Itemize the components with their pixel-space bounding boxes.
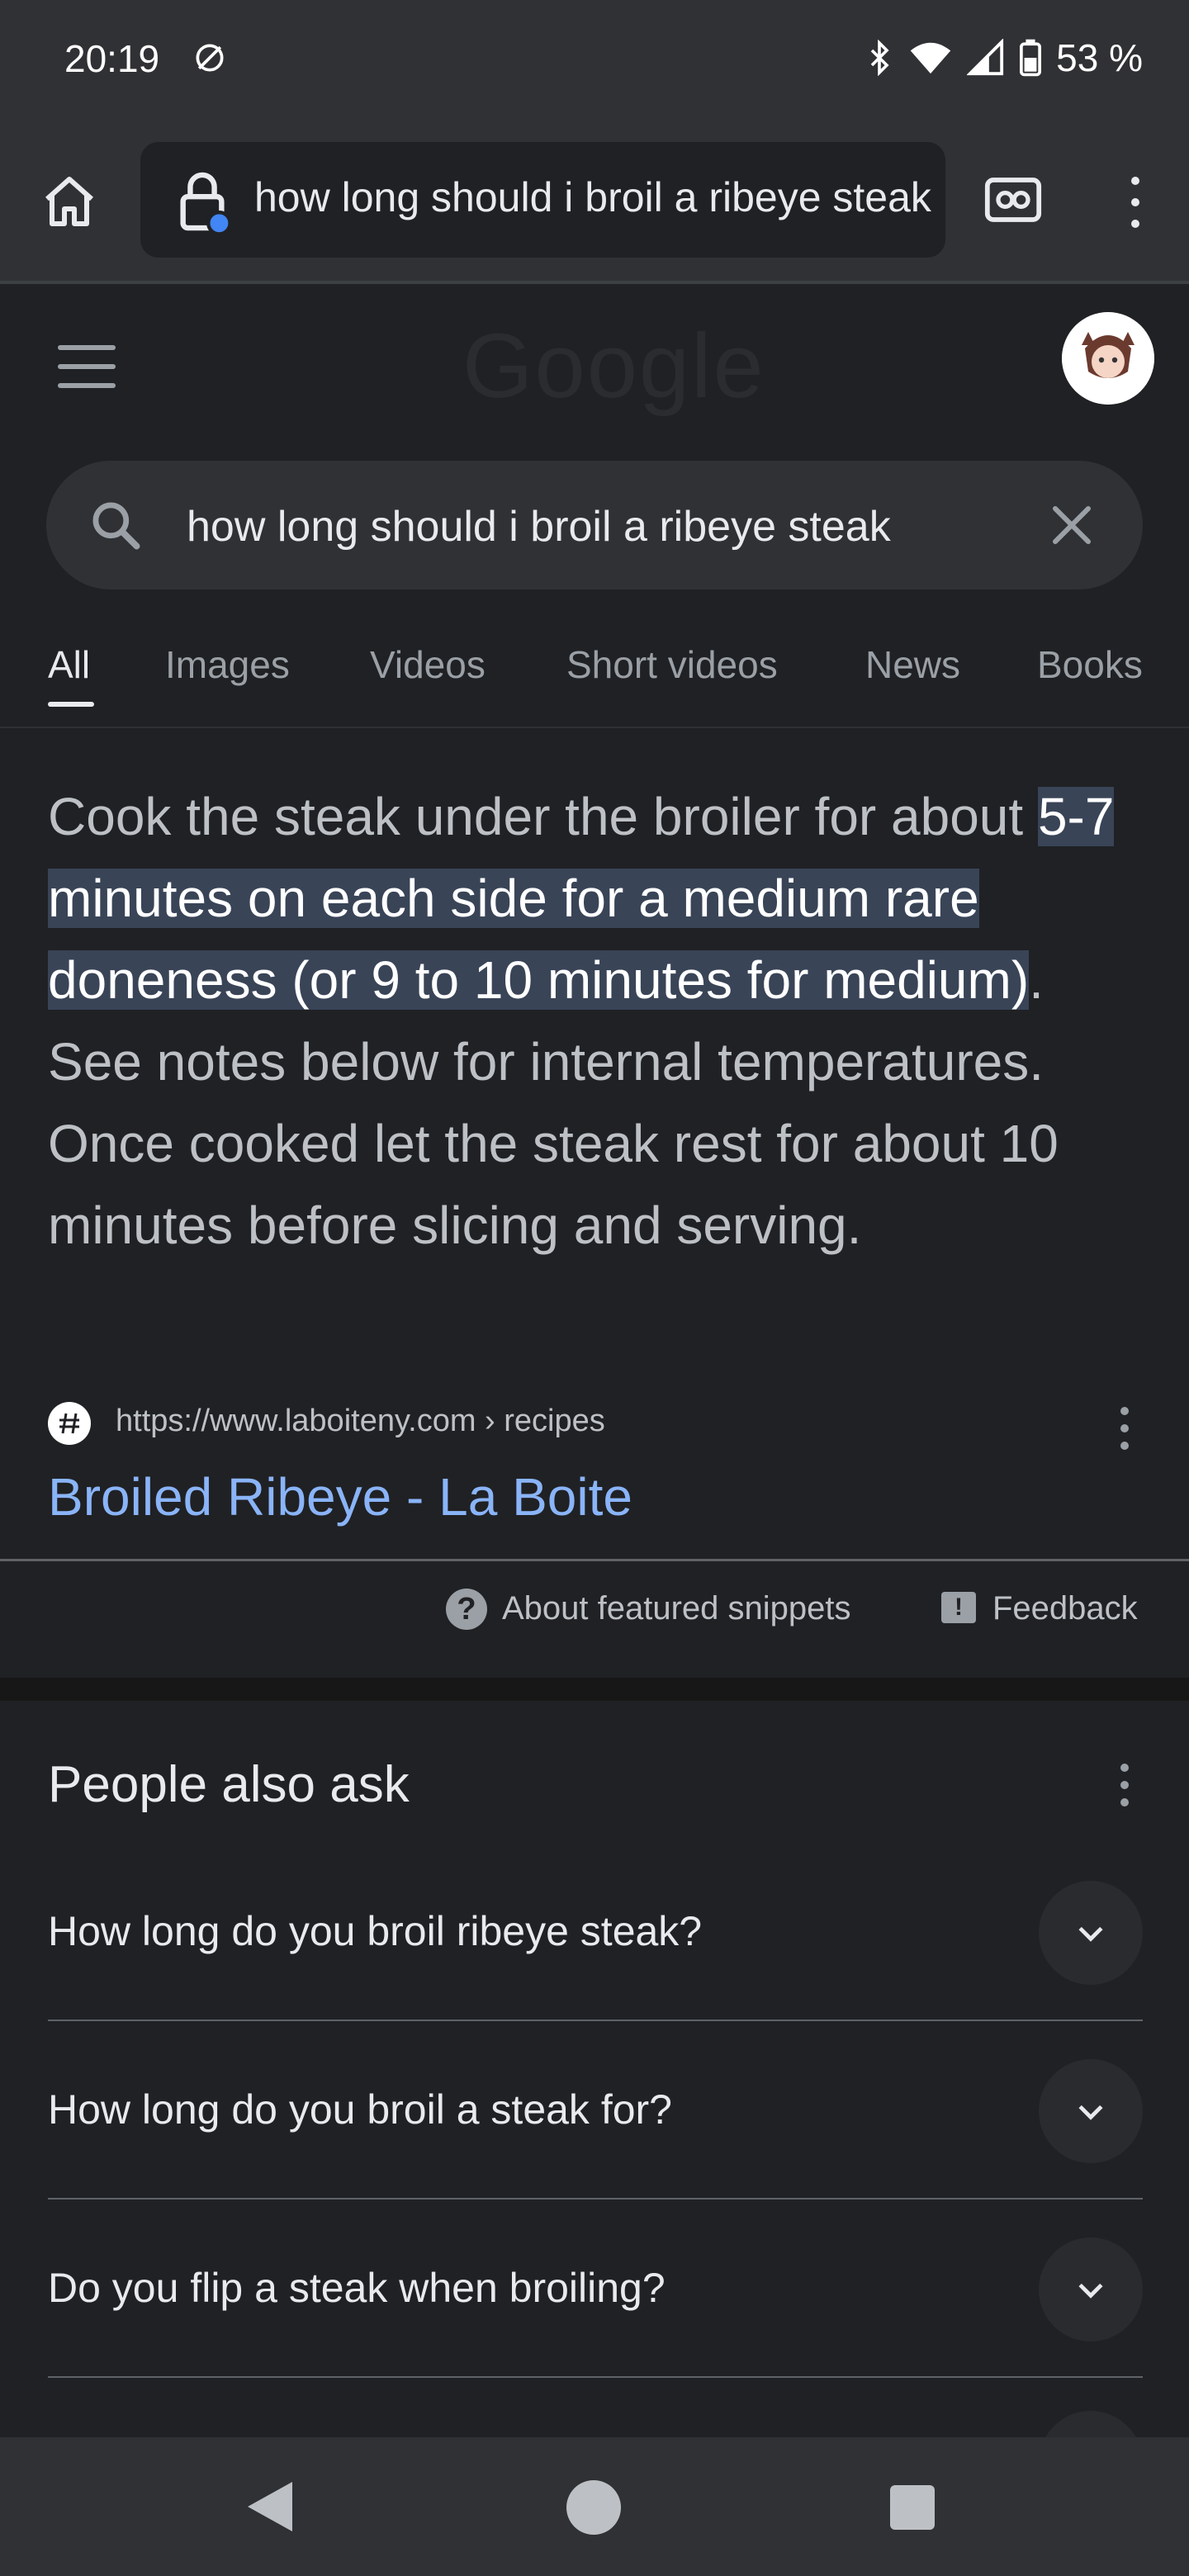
question-text[interactable]: How long do you broil a steak for? <box>48 2086 672 2133</box>
more-vert-icon[interactable] <box>1116 1764 1133 1807</box>
featured-snippet-text: Cook the steak under the broiler for abo… <box>48 776 1146 1267</box>
divider <box>48 2376 1143 2378</box>
feedback-link[interactable]: Feedback <box>992 1590 1138 1627</box>
tab-news[interactable]: News <box>865 642 960 687</box>
more-vert-icon[interactable] <box>1116 1407 1133 1450</box>
wifi-icon <box>910 42 951 74</box>
more-vert-icon[interactable] <box>1123 165 1148 239</box>
url-text[interactable]: how long should i broil a ribeye steak <box>254 173 940 221</box>
battery-icon <box>1020 39 1042 77</box>
data-saver-icon <box>196 44 224 72</box>
search-input[interactable]: how long should i broil a ribeye steak <box>187 502 971 552</box>
recent-apps-icon[interactable] <box>890 2485 935 2530</box>
tab-active-indicator <box>48 702 94 707</box>
chevron-down-icon <box>1078 2283 1103 2299</box>
divider <box>0 1559 1189 1561</box>
home-circle-icon[interactable] <box>566 2480 621 2535</box>
divider <box>48 2198 1143 2200</box>
signal-icon <box>967 39 1004 76</box>
battery-percent: 53 % <box>1056 36 1143 79</box>
tab-videos[interactable]: Videos <box>370 642 486 687</box>
incognito-tabs-button[interactable] <box>983 173 1044 226</box>
avatar[interactable] <box>1062 312 1154 405</box>
hamburger-menu-icon[interactable] <box>58 345 116 388</box>
search-icon[interactable] <box>88 497 144 553</box>
lock-icon[interactable] <box>173 170 231 233</box>
status-icons: 53 % <box>865 33 1143 83</box>
clock: 20:19 <box>64 37 160 80</box>
help-icon[interactable]: ? <box>446 1589 487 1630</box>
about-featured-snippets-link[interactable]: About featured snippets <box>502 1590 851 1627</box>
back-icon[interactable] <box>248 2482 292 2531</box>
tab-images[interactable]: Images <box>165 642 290 687</box>
tab-books[interactable]: Books <box>1037 642 1143 687</box>
home-button[interactable] <box>33 165 106 238</box>
source-favicon-icon[interactable] <box>48 1402 91 1445</box>
source-title-link[interactable]: Broiled Ribeye - La Boite <box>48 1466 632 1527</box>
tab-all[interactable]: All <box>48 642 90 687</box>
question-text[interactable]: Do you flip a steak when broiling? <box>48 2264 666 2312</box>
bluetooth-icon <box>870 40 889 76</box>
expand-question-button[interactable] <box>1039 1881 1143 1985</box>
section-separator <box>0 1678 1189 1701</box>
divider <box>48 2020 1143 2021</box>
source-url[interactable]: https://www.laboiteny.com › recipes <box>116 1404 605 1439</box>
feedback-icon[interactable]: ! <box>941 1592 976 1623</box>
tab-short-videos[interactable]: Short videos <box>566 642 778 687</box>
snippet-text-before: Cook the steak under the broiler for abo… <box>48 787 1038 846</box>
google-logo[interactable]: Google <box>462 314 765 419</box>
incognito-tabs-icon <box>984 178 1042 222</box>
chevron-down-icon <box>1078 1926 1103 1942</box>
chevron-down-icon <box>1078 2105 1103 2120</box>
people-also-ask-title: People also ask <box>48 1756 410 1813</box>
expand-question-button[interactable] <box>1039 2059 1143 2163</box>
expand-question-button[interactable] <box>1039 2237 1143 2342</box>
question-text[interactable]: How long do you broil ribeye steak? <box>48 1907 702 1955</box>
close-icon[interactable] <box>1047 500 1097 550</box>
home-icon <box>45 177 93 226</box>
